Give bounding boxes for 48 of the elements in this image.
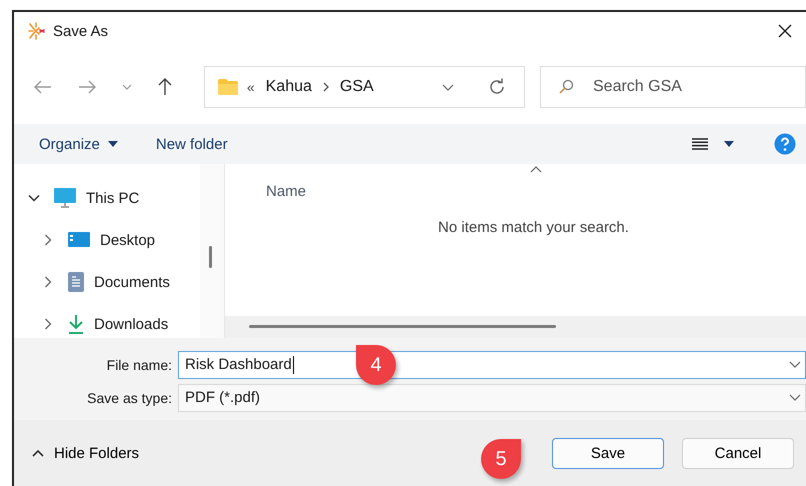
chevron-right-icon[interactable] [42,318,54,330]
search-field[interactable]: Search GSA [540,66,806,108]
empty-message: No items match your search. [437,219,630,236]
desktop-icon [68,232,90,248]
chevron-right-icon [322,82,329,92]
scrollbar-thumb[interactable] [209,246,212,268]
window-title: Save As [53,22,108,40]
hide-folders-button[interactable]: Hide Folders [30,442,142,464]
forward-arrow-icon[interactable] [78,80,96,94]
monitor-icon [54,188,76,208]
download-arrow-icon [68,314,84,334]
document-icon [68,272,84,292]
folder-icon [216,78,239,96]
column-header[interactable]: Name [266,183,306,200]
breadcrumb-item[interactable]: Kahua [266,78,312,96]
breadcrumb-item[interactable]: GSA [340,78,374,96]
up-arrow-icon[interactable] [158,78,172,96]
view-options-icon[interactable] [692,138,708,150]
close-icon[interactable] [778,24,792,38]
refresh-icon[interactable] [488,78,506,96]
new-folder-button[interactable]: New folder [152,134,231,154]
scrollbar-thumb[interactable] [249,325,556,328]
search-icon [558,79,574,95]
chevron-down-icon[interactable] [789,361,801,368]
tree-item[interactable]: Desktop [14,227,200,253]
chevron-down-icon[interactable] [442,84,454,90]
caret-icon[interactable] [724,141,734,147]
save-button[interactable]: Save [552,438,664,468]
field-label: Save as type: [86,390,173,406]
cancel-button[interactable]: Cancel [682,438,794,468]
help-icon[interactable] [774,133,796,155]
address-bar[interactable]: « Kahua GSA [204,66,525,108]
chevron-up-icon [32,450,44,456]
tree-item[interactable]: This PC [14,185,200,211]
caret-icon [108,141,118,147]
chevron-down-icon[interactable] [789,394,801,401]
field-label: File name: [106,356,173,372]
back-arrow-icon[interactable] [34,80,52,94]
app-logo-icon [26,21,46,41]
tree-item[interactable]: Downloads [14,311,200,337]
chevron-right-icon[interactable] [42,276,54,288]
tree-item[interactable]: Documents [14,269,200,295]
chevron-right-icon[interactable] [42,234,54,246]
overflow-indicator[interactable]: « [246,79,255,95]
organize-menu-button[interactable]: Organize [36,134,121,154]
chevron-down-icon[interactable] [28,192,40,204]
sort-caret-icon[interactable] [530,166,542,173]
file-type-dropdown[interactable]: PDF (*.pdf) [178,384,806,412]
